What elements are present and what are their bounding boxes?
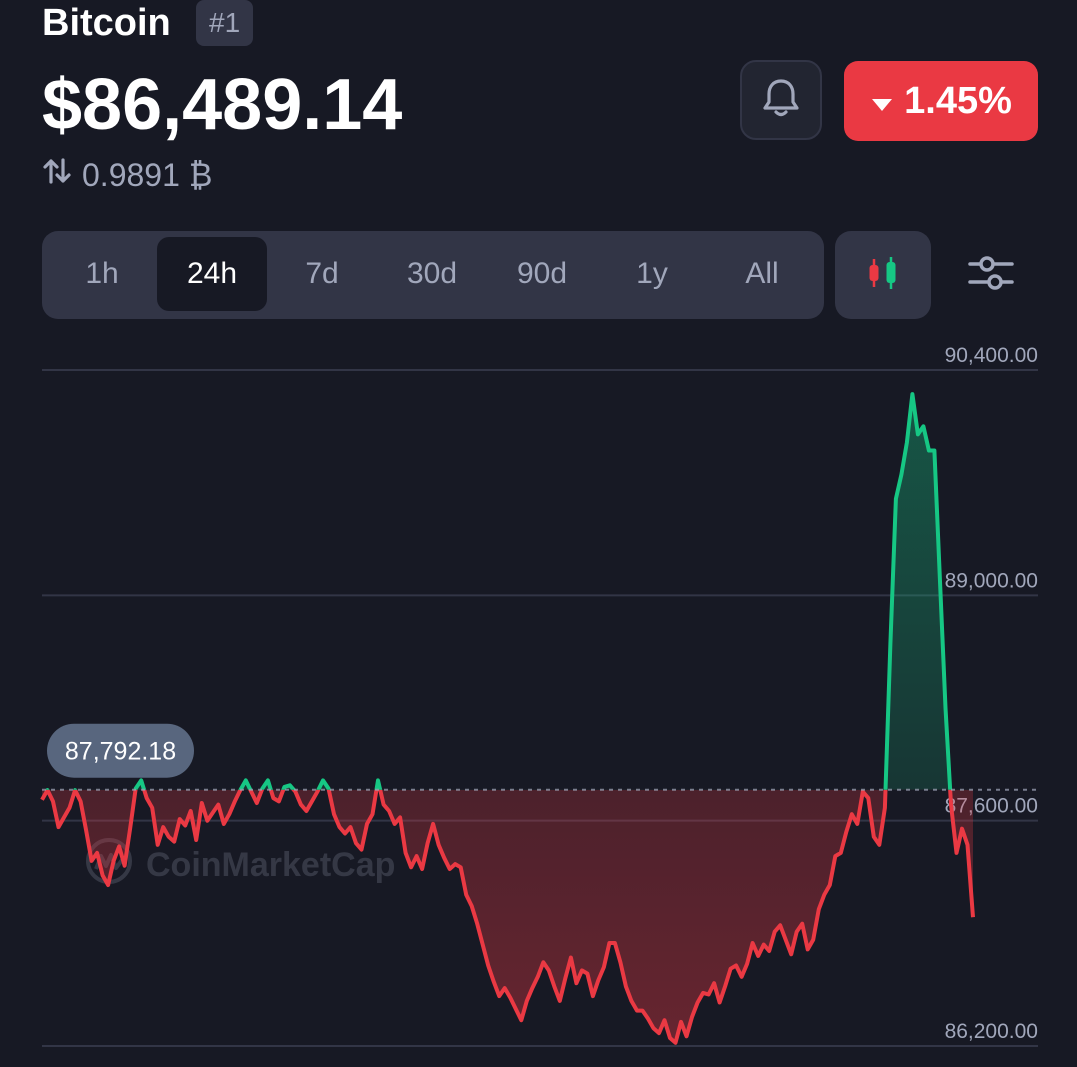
candlestick-icon (863, 253, 903, 298)
y-tick-label: 89,000.00 (945, 569, 1038, 592)
btc-value: 0.9891 ₿ (82, 156, 213, 193)
caret-down-icon (870, 80, 894, 123)
coin-name: Bitcoin (42, 2, 171, 44)
candlestick-toggle-button[interactable] (835, 231, 931, 319)
tab-7d[interactable]: 7d (267, 237, 377, 311)
tab-1y[interactable]: 1y (597, 237, 707, 311)
tab-90d[interactable]: 90d (487, 237, 597, 311)
area-below-baseline (42, 789, 973, 1043)
rank-badge: #1 (196, 0, 254, 46)
price-alert-button[interactable] (740, 60, 822, 140)
tab-30d[interactable]: 30d (377, 237, 487, 311)
price-change-badge: 1.45% (844, 61, 1038, 141)
price-change-value: 1.45% (904, 79, 1012, 122)
timeframe-selector: 1h 24h 7d 30d 90d 1y All (42, 231, 824, 319)
swap-arrows-icon (42, 156, 72, 194)
tab-all[interactable]: All (707, 237, 817, 311)
sliders-icon (967, 251, 1015, 300)
chart-area-fill (42, 394, 973, 1043)
tab-24h[interactable]: 24h (157, 237, 267, 311)
price-chart[interactable]: 90,400.0089,000.0087,600.0086,200.00 87,… (0, 330, 1077, 1060)
btc-conversion: 0.9891 ₿ (42, 156, 212, 194)
tab-1h[interactable]: 1h (47, 237, 157, 311)
chart-settings-button[interactable] (958, 244, 1024, 306)
current-price: $86,489.14 (42, 65, 403, 145)
y-tick-label: 86,200.00 (945, 1020, 1038, 1043)
bell-icon (758, 75, 804, 126)
y-tick-label: 90,400.00 (945, 344, 1038, 367)
baseline-label: 87,792.18 (65, 738, 176, 766)
